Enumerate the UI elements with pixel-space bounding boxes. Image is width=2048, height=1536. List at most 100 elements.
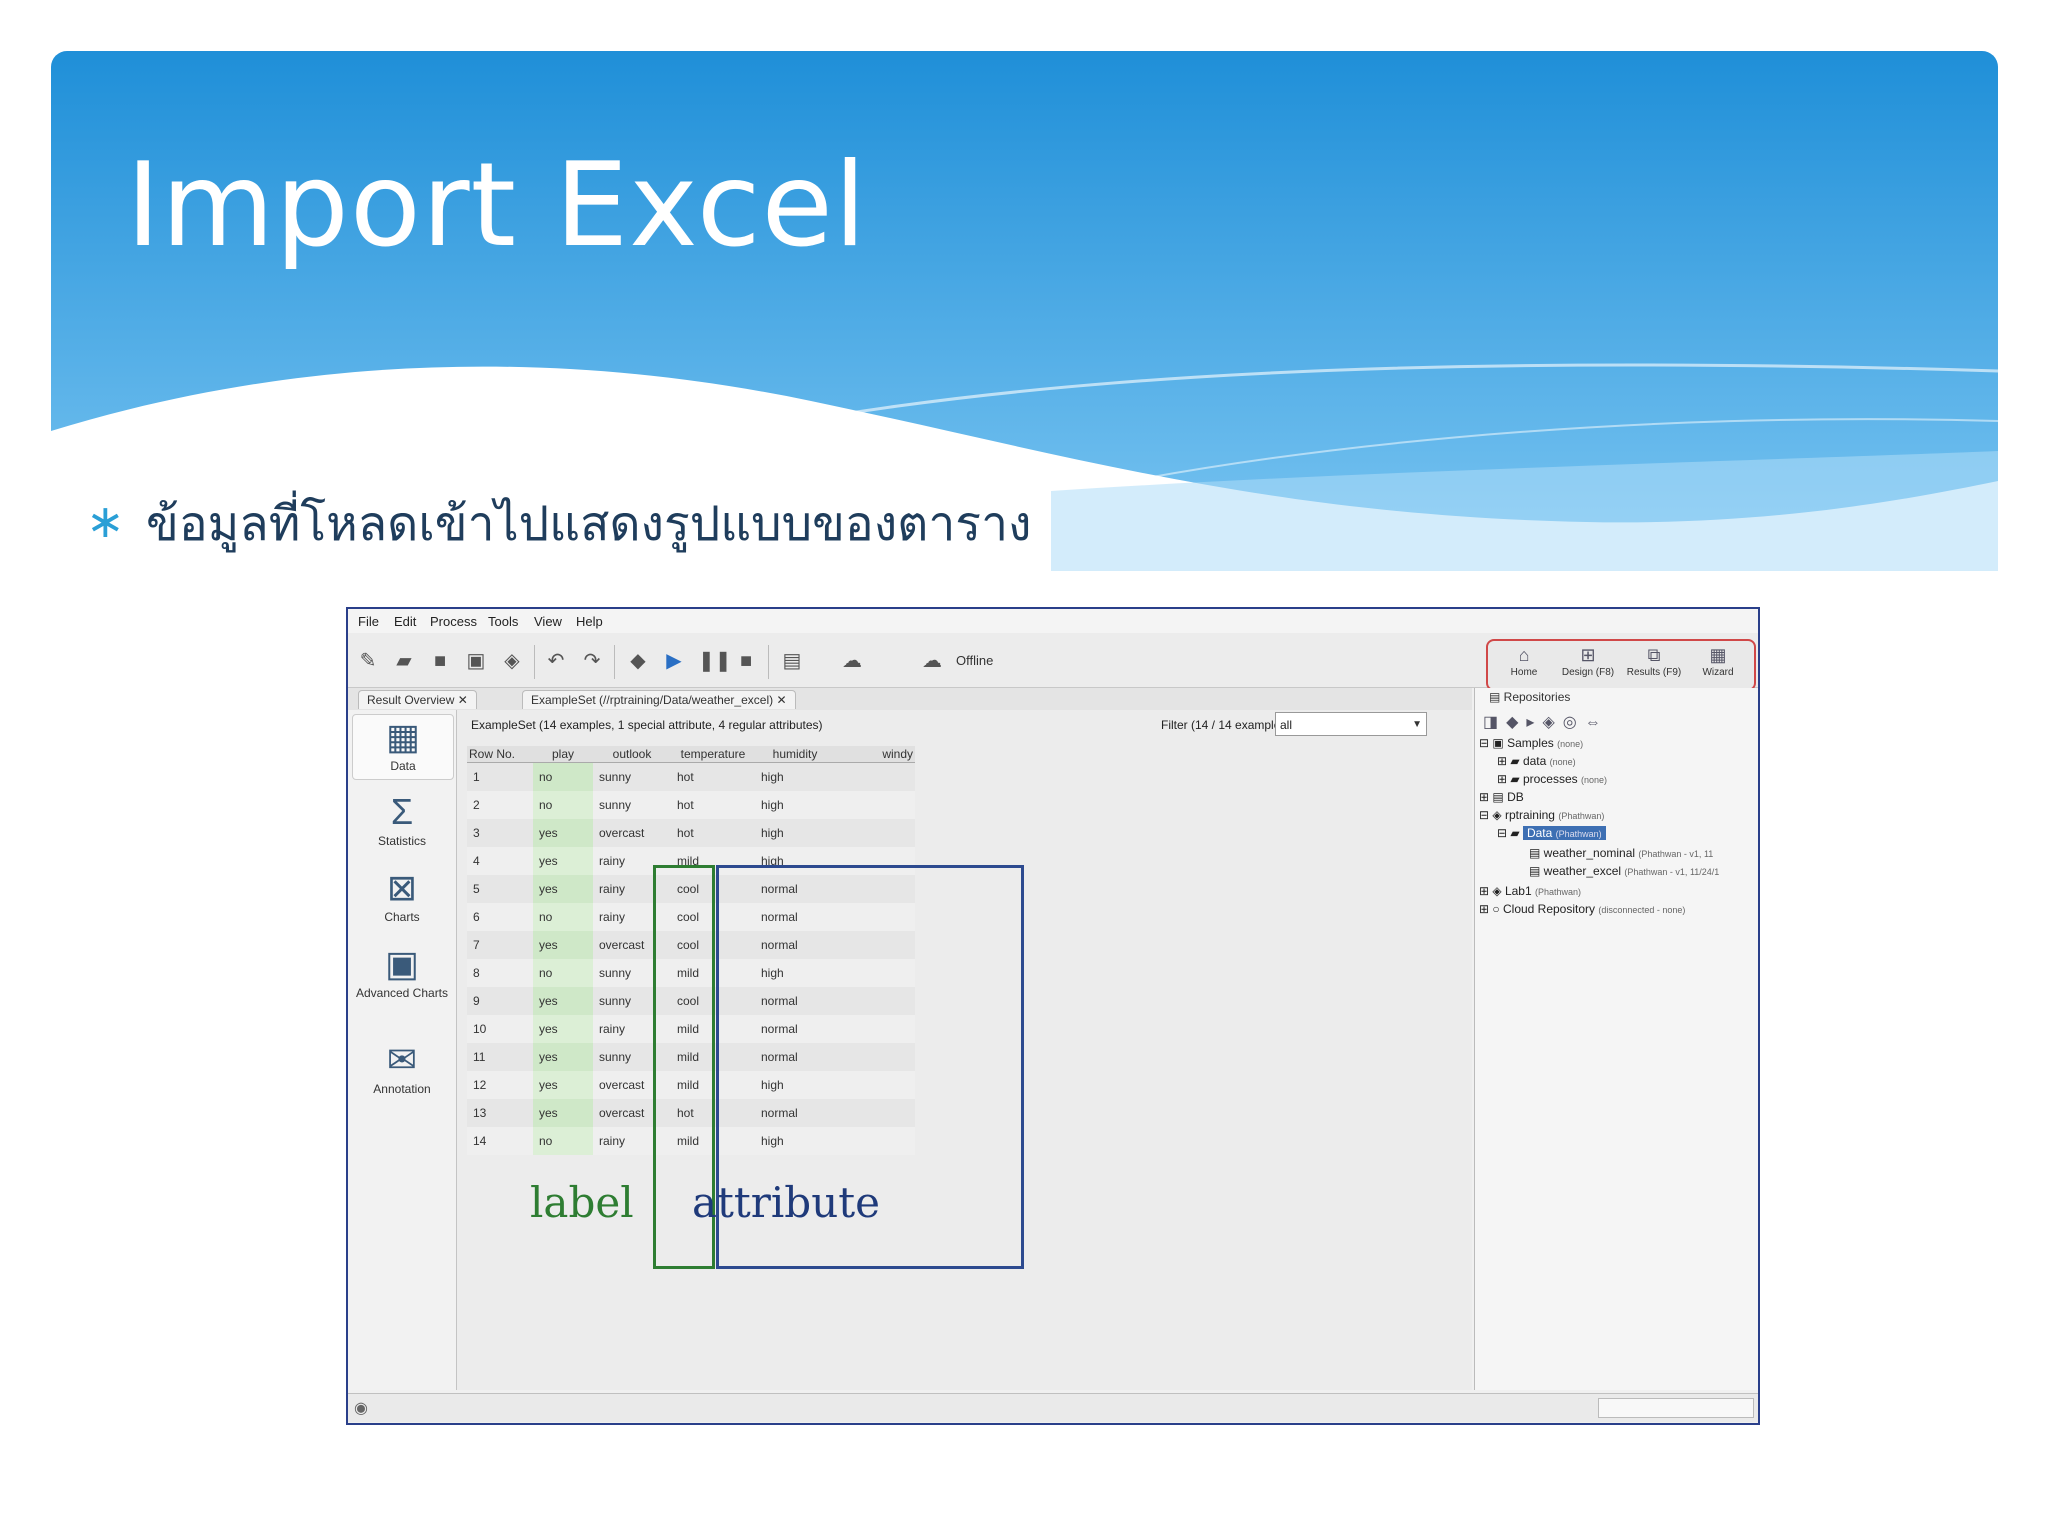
col-humidity[interactable]: humidity	[755, 746, 835, 763]
results-perspective-button[interactable]: ⧉ Results (F9)	[1622, 643, 1686, 685]
cell-windy	[835, 819, 915, 847]
tree-item-lab1[interactable]: ⊞ ◈ Lab1 (Phathwan)	[1479, 884, 1581, 898]
menu-edit[interactable]: Edit	[394, 614, 416, 629]
tree-item-samples[interactable]: ⊟ ▣ Samples (none)	[1479, 736, 1583, 750]
col-outlook[interactable]: outlook	[593, 746, 671, 763]
tree-item-weather-nominal[interactable]: ▤ weather_nominal (Phathwan - v1, 11	[1529, 846, 1713, 860]
sigma-icon: Σ	[390, 791, 414, 832]
exampleset-summary: ExampleSet (14 examples, 1 special attri…	[471, 718, 823, 732]
view-advanced-charts-button[interactable]: ▣ Advanced Charts	[352, 942, 452, 1000]
view-charts-button[interactable]: ⊠ Charts	[352, 866, 452, 924]
status-icon: ◉	[354, 1400, 368, 1417]
table-header-row: Row No. play outlook temperature humidit…	[467, 746, 915, 763]
cell-outlook: sunny	[593, 762, 671, 791]
cell-row-no: 11	[467, 1043, 533, 1071]
pause-icon[interactable]: ❚❚	[698, 649, 732, 673]
col-windy[interactable]: windy	[835, 746, 915, 763]
cell-play: yes	[533, 1099, 593, 1127]
cell-row-no: 10	[467, 1015, 533, 1043]
repositories-tab[interactable]: ▤ Repositories	[1489, 690, 1570, 704]
cell-play: yes	[533, 819, 593, 847]
attribute-caption: attribute	[692, 1178, 880, 1227]
menu-file[interactable]: File	[358, 614, 379, 629]
layout-icon[interactable]: ▤	[780, 649, 804, 673]
cell-play: no	[533, 1127, 593, 1155]
menu-view[interactable]: View	[534, 614, 562, 629]
new-process-icon[interactable]: ✎	[356, 649, 380, 673]
table-row[interactable]: 1 no sunny hot high	[467, 762, 915, 791]
col-temperature[interactable]: temperature	[671, 746, 755, 763]
menu-process[interactable]: Process	[430, 614, 477, 629]
cell-play: yes	[533, 987, 593, 1015]
cell-humidity: high	[755, 762, 835, 791]
data-view: ExampleSet (14 examples, 1 special attri…	[457, 710, 1472, 1390]
cell-temperature: hot	[671, 791, 755, 819]
cell-play: yes	[533, 1071, 593, 1099]
col-play[interactable]: play	[533, 746, 593, 763]
home-icon: ⌂	[1518, 645, 1530, 665]
home-perspective-button[interactable]: ⌂ Home	[1492, 643, 1556, 685]
export-icon[interactable]: ◈	[500, 649, 524, 673]
cell-row-no: 1	[467, 762, 533, 791]
cell-humidity: high	[755, 819, 835, 847]
cell-play: yes	[533, 1015, 593, 1043]
tree-item-cloud-repository[interactable]: ⊞ ○ Cloud Repository (disconnected - non…	[1479, 902, 1685, 916]
tree-item-rptraining[interactable]: ⊟ ◈ rptraining (Phathwan)	[1479, 808, 1604, 822]
cell-temperature: hot	[671, 819, 755, 847]
view-data-button[interactable]: ▦ Data	[352, 714, 454, 780]
view-statistics-button[interactable]: Σ Statistics	[352, 790, 452, 848]
design-perspective-button[interactable]: ⊞ Design (F8)	[1556, 643, 1620, 685]
col-row-no[interactable]: Row No.	[467, 746, 533, 763]
toolbar: ✎ ▰ ■ ▣ ◈ ↶ ↷ ◆ ▶ ❚❚ ■ ▤ ☁ ☁ Offline ⌂ Ho…	[348, 633, 1758, 691]
cell-windy	[835, 762, 915, 791]
tree-item-data[interactable]: ⊞ ▰ data (none)	[1497, 754, 1576, 768]
data-table-icon: ▦	[385, 716, 420, 757]
menu-tools[interactable]: Tools	[488, 614, 518, 629]
stop-icon[interactable]: ■	[734, 649, 758, 673]
tab-result-overview[interactable]: Result Overview ✕	[358, 690, 477, 709]
bullet-star-icon: ∗	[86, 494, 125, 548]
tree-item-processes[interactable]: ⊞ ▰ processes (none)	[1497, 772, 1607, 786]
cell-play: no	[533, 959, 593, 987]
filter-select[interactable]: all ▼	[1275, 712, 1427, 736]
operator-icon[interactable]: ◆	[626, 649, 650, 673]
open-folder-icon[interactable]: ▰	[392, 649, 416, 673]
filter-label: Filter (14 / 14 examples):	[1161, 718, 1294, 732]
save-icon[interactable]: ■	[428, 649, 452, 673]
offline-status-icon[interactable]: ☁	[920, 649, 944, 673]
cell-play: yes	[533, 1043, 593, 1071]
cell-play: no	[533, 791, 593, 819]
cloud-upload-icon[interactable]: ☁	[840, 649, 864, 673]
menu-help[interactable]: Help	[576, 614, 603, 629]
chevron-down-icon: ▼	[1412, 719, 1422, 730]
status-bar: ◉	[348, 1393, 1758, 1422]
cell-outlook: sunny	[593, 791, 671, 819]
results-tab-bar: Result Overview ✕ ExampleSet (//rptraini…	[348, 688, 1472, 710]
tree-item-data-folder[interactable]: ⊟ ▰ Data (Phathwan)	[1497, 826, 1606, 840]
repository-toolbar-icons[interactable]: ◨◆▸◈◎⇔	[1483, 712, 1609, 732]
cell-windy	[835, 791, 915, 819]
cell-row-no: 13	[467, 1099, 533, 1127]
cell-row-no: 12	[467, 1071, 533, 1099]
undo-icon[interactable]: ↶	[544, 649, 568, 673]
table-row[interactable]: 3 yes overcast hot high	[467, 819, 915, 847]
redo-icon[interactable]: ↷	[580, 649, 604, 673]
perspective-switcher: ⌂ Home ⊞ Design (F8) ⧉ Results (F9) ▦ Wizard	[1486, 639, 1756, 691]
cell-row-no: 9	[467, 987, 533, 1015]
tree-item-weather-excel[interactable]: ▤ weather_excel (Phathwan - v1, 11/24/1	[1529, 864, 1719, 878]
cell-play: yes	[533, 847, 593, 875]
offline-label[interactable]: Offline	[956, 653, 993, 668]
cell-row-no: 5	[467, 875, 533, 903]
table-row[interactable]: 2 no sunny hot high	[467, 791, 915, 819]
save-as-icon[interactable]: ▣	[464, 649, 488, 673]
repositories-panel: ▤ Repositories ◨◆▸◈◎⇔ ⊟ ▣ Samples (none)…	[1474, 688, 1758, 1390]
tree-item-db[interactable]: ⊞ ▤ DB	[1479, 790, 1524, 804]
cell-row-no: 6	[467, 903, 533, 931]
wizard-perspective-button[interactable]: ▦ Wizard	[1686, 643, 1750, 685]
view-sidebar: ▦ Data Σ Statistics ⊠ Charts ▣ Advanced Char…	[348, 710, 457, 1390]
menu-bar: File Edit Process Tools View Help	[348, 609, 1758, 633]
tab-exampleset[interactable]: ExampleSet (//rptraining/Data/weather_ex…	[522, 690, 796, 709]
view-annotation-button[interactable]: ✉ Annotation	[352, 1038, 452, 1096]
run-icon[interactable]: ▶	[662, 649, 686, 673]
cell-row-no: 8	[467, 959, 533, 987]
